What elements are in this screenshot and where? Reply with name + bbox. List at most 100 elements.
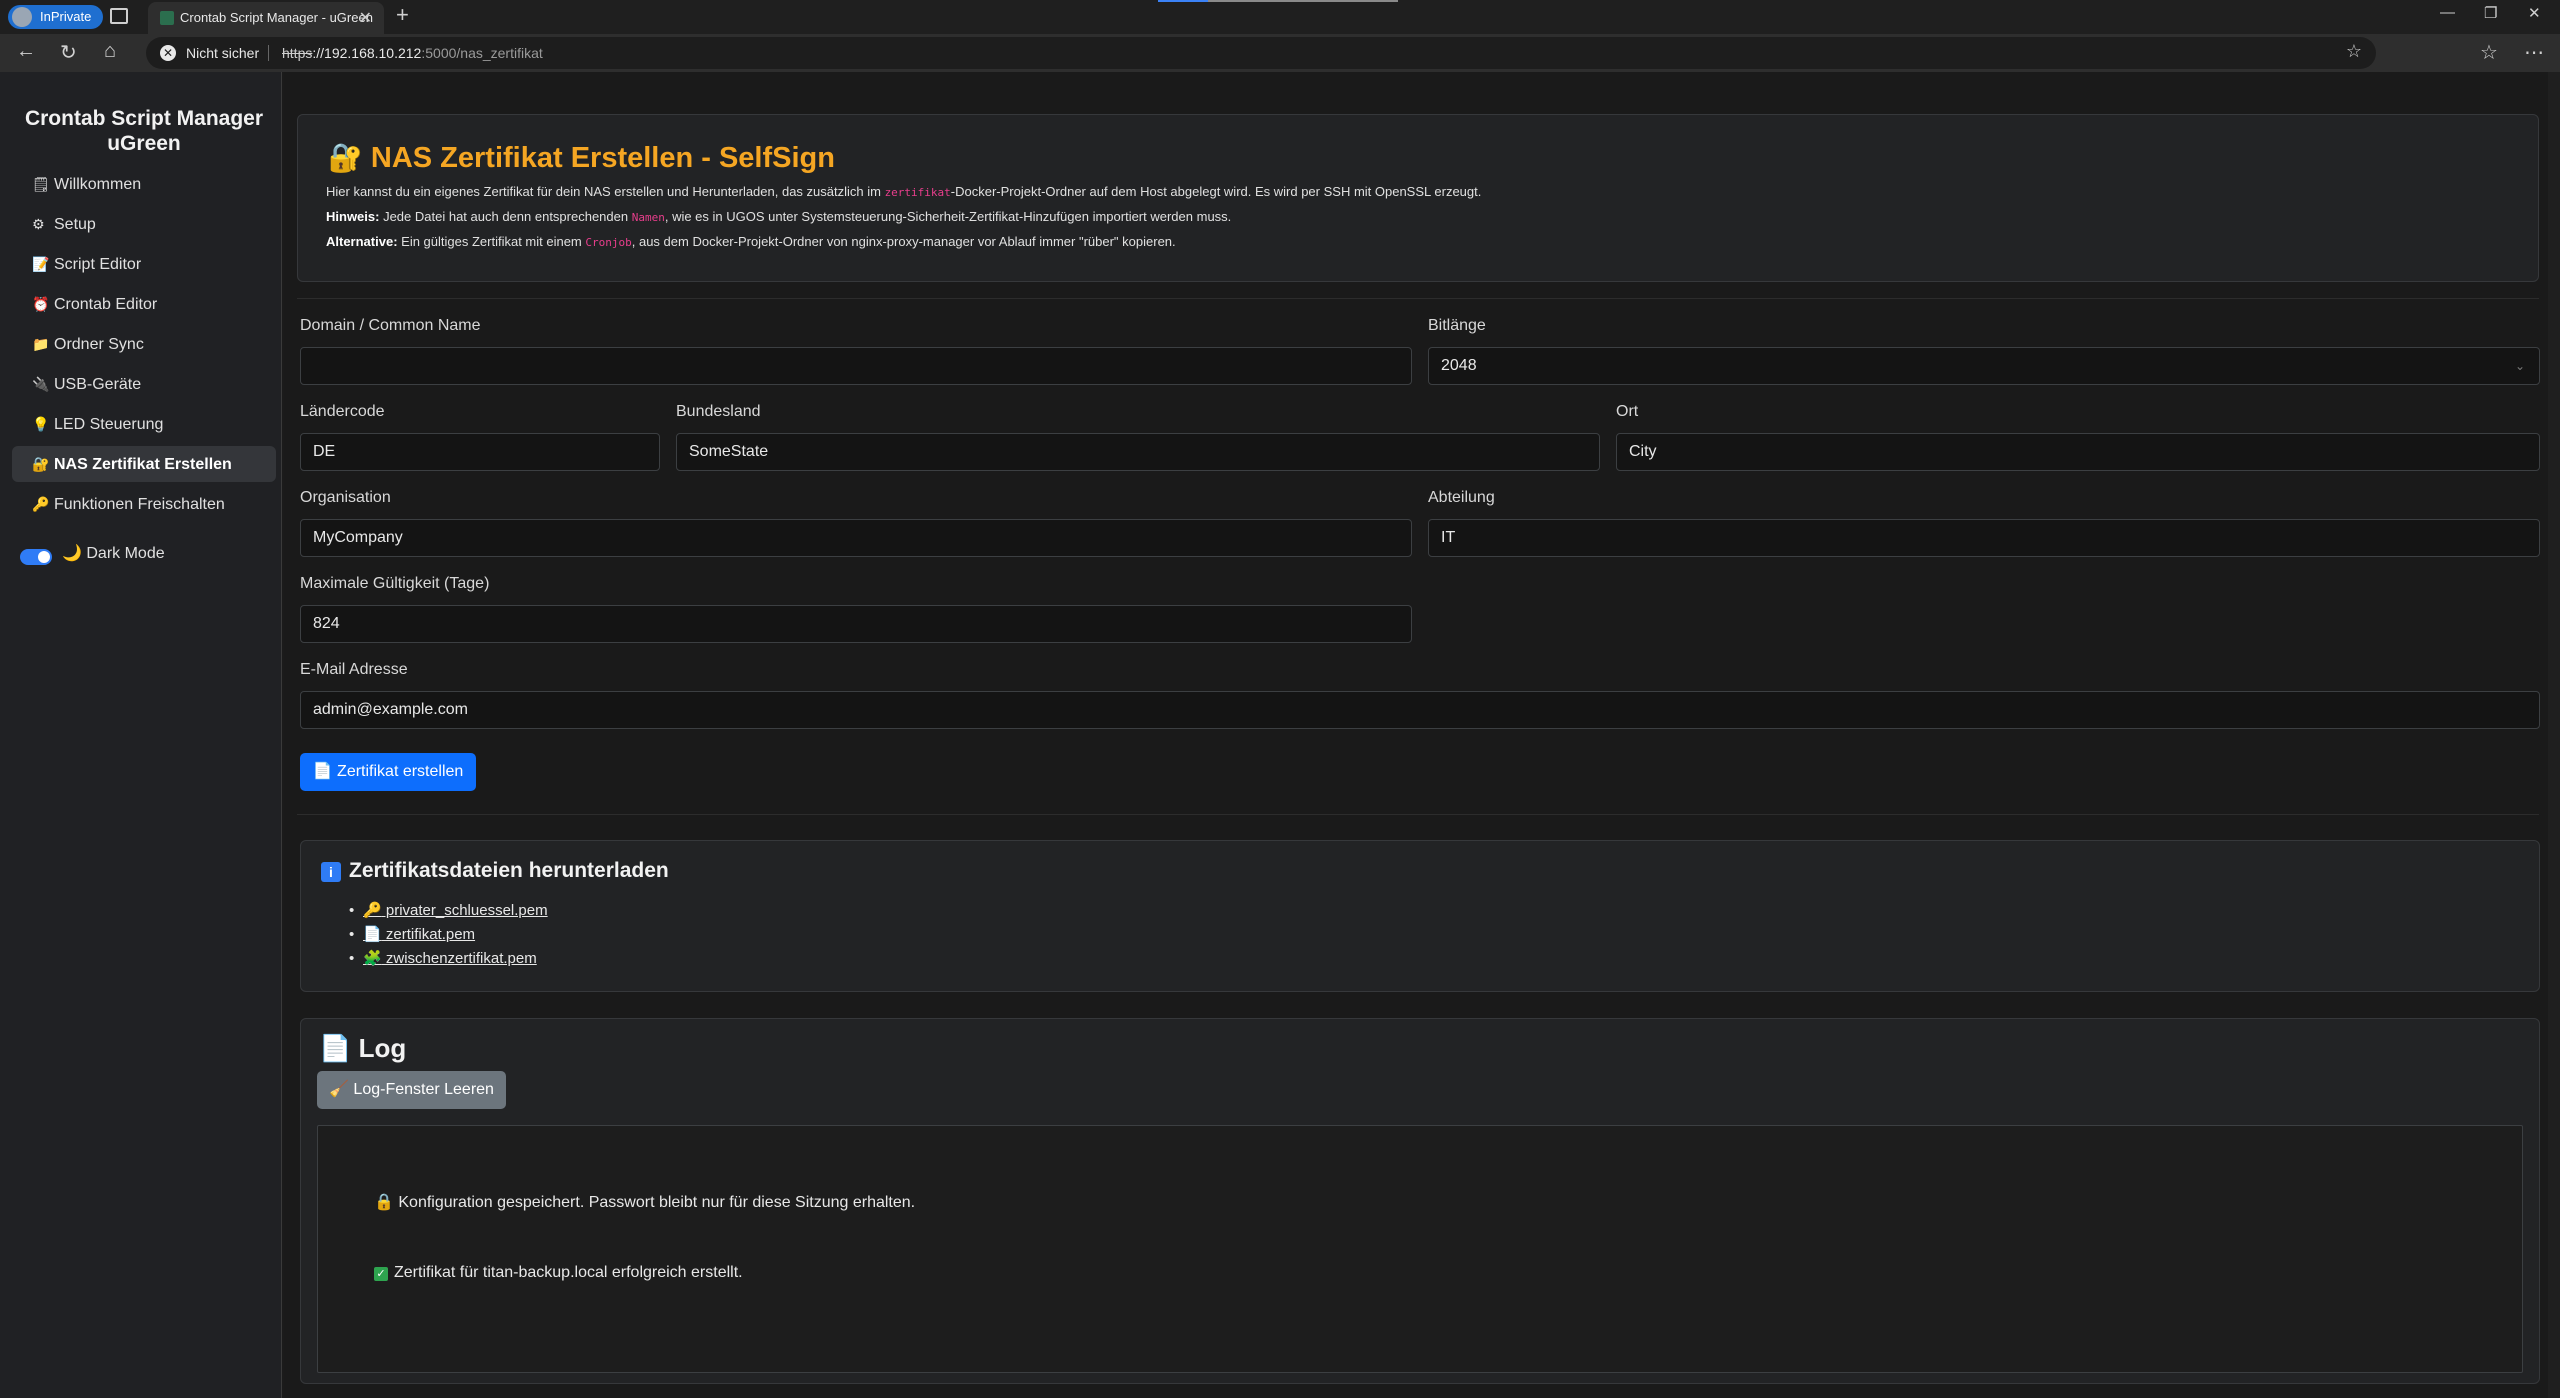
security-warning[interactable]: Nicht sicher <box>186 45 259 61</box>
browser-tab-active[interactable]: Crontab Script Manager - uGreen ✕ <box>148 2 384 34</box>
state-input[interactable]: SomeState <box>676 433 1600 471</box>
sidebar-item-label: NAS Zertifikat Erstellen <box>54 456 232 473</box>
favorites-icon[interactable]: ☆ <box>2480 40 2498 65</box>
url-text[interactable]: https://192.168.10.212:5000/nas_zertifik… <box>282 45 543 61</box>
sidebar-item-setup[interactable]: ⚙ Setup <box>12 206 276 242</box>
city-input[interactable]: City <box>1616 433 2540 471</box>
create-certificate-button[interactable]: 📄 Zertifikat erstellen <box>300 753 476 791</box>
file-name: privater_schluessel.pem <box>381 902 548 919</box>
minimize-window-icon[interactable]: — <box>2440 4 2455 21</box>
email-input[interactable]: admin@example.com <box>300 691 2540 729</box>
alternative-label: Alternative: <box>326 234 398 249</box>
notepad-icon: 🗒 <box>32 176 50 192</box>
page-title: 🔐 NAS Zertifikat Erstellen - SelfSign <box>328 141 835 175</box>
inprivate-label: InPrivate <box>40 9 92 24</box>
description-text: , wie es in UGOS unter Systemsteuerung-S… <box>664 209 1232 224</box>
log-entry: 🔒 Konfiguration gespeichert. Passwort bl… <box>374 1192 915 1212</box>
sidebar-item-script-editor[interactable]: 📝 Script Editor <box>12 246 276 282</box>
key-icon: 🔑 <box>363 902 382 919</box>
city-label: Ort <box>1616 403 1639 420</box>
description-line-1: Hier kannst du ein eigenes Zertifikat fü… <box>326 184 1481 199</box>
description-text: Jede Datei hat auch denn entsprechenden <box>379 209 632 224</box>
home-icon[interactable]: ⌂ <box>104 40 116 63</box>
bitlength-select[interactable]: 2048 ⌄ <box>1428 347 2540 385</box>
log-entry-text: Konfiguration gespeichert. Passwort blei… <box>398 1194 916 1211</box>
log-output[interactable]: 🔒 Konfiguration gespeichert. Passwort bl… <box>317 1125 2523 1373</box>
country-input[interactable]: DE <box>300 433 660 471</box>
sidebar-item-label: Setup <box>54 216 96 233</box>
dark-mode-label[interactable]: 🌙 Dark Mode <box>62 543 165 563</box>
moon-icon: 🌙 <box>62 545 82 562</box>
sidebar-item-willkommen[interactable]: 🗒 Willkommen <box>12 166 276 202</box>
list-item: • 🔑 privater_schluessel.pem <box>349 901 548 919</box>
gear-icon: ⚙ <box>32 216 45 232</box>
organisation-label: Organisation <box>300 489 391 506</box>
info-icon: i <box>321 862 341 882</box>
browser-navbar: ← ↻ ⌂ ✕ Nicht sicher https://192.168.10.… <box>0 34 2560 72</box>
tab-close-icon[interactable]: ✕ <box>359 8 372 28</box>
validity-input[interactable]: 824 <box>300 605 1412 643</box>
tab-favicon-icon <box>160 11 174 25</box>
section-divider <box>297 298 2539 299</box>
download-private-key-link[interactable]: 🔑 privater_schluessel.pem <box>363 902 548 919</box>
page-title-text: NAS Zertifikat Erstellen - SelfSign <box>370 142 835 174</box>
sidebar-item-led-steuerung[interactable]: 💡 LED Steuerung <box>12 406 276 442</box>
sidebar: Crontab Script Manager uGreen 🗒 Willkomme… <box>0 72 282 1398</box>
sidebar-item-label: Funktionen Freischalten <box>54 496 225 513</box>
close-window-icon[interactable]: ✕ <box>2528 4 2541 22</box>
sidebar-item-nas-zertifikat[interactable]: 🔐 NAS Zertifikat Erstellen <box>12 446 276 482</box>
dark-mode-text: Dark Mode <box>86 545 165 562</box>
code-cronjob: Cronjob <box>585 236 632 249</box>
restore-window-icon[interactable]: ❐ <box>2484 4 2497 22</box>
page-scrollbar[interactable] <box>2548 72 2560 1398</box>
log-title: 📄 Log <box>319 1033 406 1064</box>
reload-icon[interactable]: ↻ <box>60 40 77 65</box>
download-certificate-link[interactable]: 📄 zertifikat.pem <box>363 926 475 943</box>
address-bar[interactable]: ✕ Nicht sicher https://192.168.10.212:50… <box>146 37 2376 69</box>
inprivate-badge[interactable]: InPrivate <box>8 5 104 29</box>
profile-avatar-icon <box>12 7 32 27</box>
light-bulb-icon: 💡 <box>32 416 50 432</box>
description-line-2: Hinweis: Jede Datei hat auch denn entspr… <box>326 209 1231 224</box>
description-text: -Docker-Projekt-Ordner auf dem Host abge… <box>950 184 1482 199</box>
file-name: zertifikat.pem <box>381 926 476 943</box>
more-menu-icon[interactable]: ⋯ <box>2524 40 2544 65</box>
plug-icon: 🔌 <box>32 376 50 392</box>
puzzle-icon: 🧩 <box>363 950 382 967</box>
code-zertifikat: zertifikat <box>884 186 951 199</box>
favorite-star-icon[interactable]: ☆ <box>2346 41 2362 62</box>
download-intermediate-link[interactable]: 🧩 zwischenzertifikat.pem <box>363 950 537 967</box>
new-tab-button[interactable]: + <box>396 2 409 28</box>
bullet-icon: • <box>349 950 355 967</box>
log-entry-text: Zertifikat für titan-backup.local erfolg… <box>394 1264 743 1281</box>
domain-label: Domain / Common Name <box>300 317 481 334</box>
sidebar-item-label: Ordner Sync <box>54 336 144 353</box>
dark-mode-toggle[interactable] <box>20 549 52 565</box>
page-header-card: 🔐 NAS Zertifikat Erstellen - SelfSign Hie… <box>297 114 2539 282</box>
key-icon: 🔑 <box>32 496 50 512</box>
url-path: :5000/nas_zertifikat <box>421 45 543 61</box>
sidebar-item-usb-geraete[interactable]: 🔌 USB-Geräte <box>12 366 276 402</box>
url-host: ://192.168.10.212 <box>312 45 422 61</box>
bullet-icon: • <box>349 926 355 943</box>
sidebar-item-crontab-editor[interactable]: ⏰ Crontab Editor <box>12 286 276 322</box>
sidebar-item-ordner-sync[interactable]: 📁 Ordner Sync <box>12 326 276 362</box>
address-divider <box>268 45 269 61</box>
log-entry: ✓ Zertifikat für titan-backup.local erfol… <box>374 1264 743 1282</box>
lock-with-key-icon: 🔐 <box>32 456 50 472</box>
chevron-down-icon: ⌄ <box>2514 359 2525 373</box>
department-input[interactable]: IT <box>1428 519 2540 557</box>
list-item: • 🧩 zwischenzertifikat.pem <box>349 949 537 967</box>
description-text: Ein gültiges Zertifikat mit einem <box>397 234 586 249</box>
sidebar-item-funktionen-freischalten[interactable]: 🔑 Funktionen Freischalten <box>12 486 276 522</box>
code-namen: Namen <box>631 211 665 224</box>
clear-log-button[interactable]: 🧹 Log-Fenster Leeren <box>317 1071 506 1109</box>
domain-input[interactable] <box>300 347 1412 385</box>
browser-tabstrip: InPrivate Crontab Script Manager - uGree… <box>0 0 2560 34</box>
back-arrow-icon[interactable]: ← <box>16 40 36 63</box>
state-label: Bundesland <box>676 403 761 420</box>
file-name: zwischenzertifikat.pem <box>381 950 537 967</box>
tab-title: Crontab Script Manager - uGreen <box>180 10 373 25</box>
organisation-input[interactable]: MyCompany <box>300 519 1412 557</box>
tab-actions-icon[interactable] <box>110 8 128 24</box>
